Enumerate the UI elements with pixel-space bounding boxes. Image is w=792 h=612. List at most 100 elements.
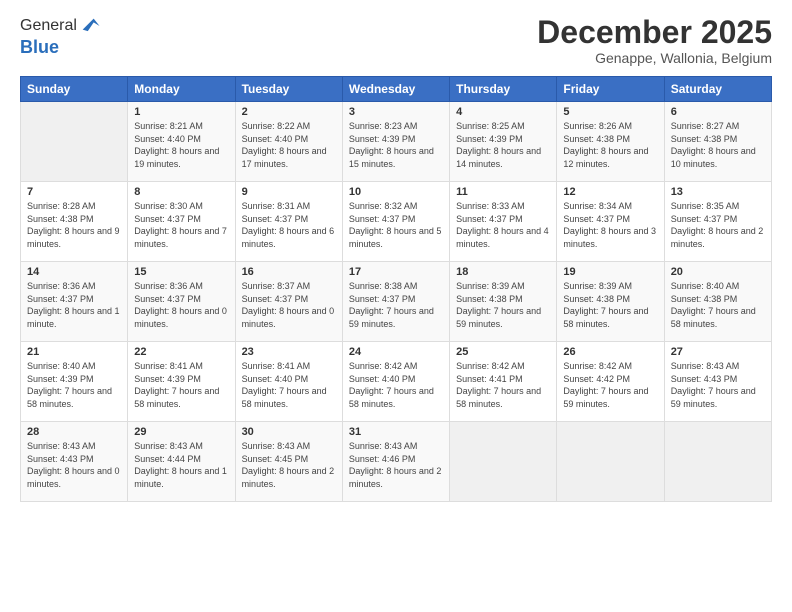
day-info: Sunrise: 8:30 AMSunset: 4:37 PMDaylight:… bbox=[134, 201, 227, 249]
day-info: Sunrise: 8:36 AMSunset: 4:37 PMDaylight:… bbox=[27, 281, 120, 329]
logo: General Blue bbox=[20, 15, 101, 58]
day-number: 26 bbox=[563, 346, 657, 358]
day-info: Sunrise: 8:28 AMSunset: 4:38 PMDaylight:… bbox=[27, 201, 120, 249]
day-number: 20 bbox=[671, 266, 765, 278]
day-number: 14 bbox=[27, 266, 121, 278]
day-number: 7 bbox=[27, 186, 121, 198]
day-number: 23 bbox=[242, 346, 336, 358]
day-info: Sunrise: 8:40 AMSunset: 4:38 PMDaylight:… bbox=[671, 281, 756, 329]
day-info: Sunrise: 8:32 AMSunset: 4:37 PMDaylight:… bbox=[349, 201, 442, 249]
day-number: 2 bbox=[242, 106, 336, 118]
day-number: 16 bbox=[242, 266, 336, 278]
calendar-cell: 30 Sunrise: 8:43 AMSunset: 4:45 PMDayligh… bbox=[235, 422, 342, 502]
day-number: 18 bbox=[456, 266, 550, 278]
day-header-monday: Monday bbox=[128, 77, 235, 102]
calendar-cell: 12Sunrise: 8:34 AMSunset: 4:37 PMDayligh… bbox=[557, 182, 664, 262]
logo-general-text: General bbox=[20, 17, 77, 35]
day-number: 8 bbox=[134, 186, 228, 198]
day-number: 15 bbox=[134, 266, 228, 278]
day-number: 19 bbox=[563, 266, 657, 278]
calendar-cell: 4 Sunrise: 8:25 AMSunset: 4:39 PMDaylight… bbox=[450, 102, 557, 182]
day-info: Sunrise: 8:37 AMSunset: 4:37 PMDaylight:… bbox=[242, 281, 335, 329]
calendar-cell: 1 Sunrise: 8:21 AMSunset: 4:40 PMDaylight… bbox=[128, 102, 235, 182]
calendar-cell: 6 Sunrise: 8:27 AMSunset: 4:38 PMDaylight… bbox=[664, 102, 771, 182]
calendar-cell: 10 Sunrise: 8:32 AMSunset: 4:37 PMDayligh… bbox=[342, 182, 449, 262]
calendar-cell: 5 Sunrise: 8:26 AMSunset: 4:38 PMDaylight… bbox=[557, 102, 664, 182]
day-info: Sunrise: 8:31 AMSunset: 4:37 PMDaylight:… bbox=[242, 201, 335, 249]
day-number: 22 bbox=[134, 346, 228, 358]
calendar-cell bbox=[450, 422, 557, 502]
day-number: 12 bbox=[563, 186, 657, 198]
calendar-cell: 11 Sunrise: 8:33 AMSunset: 4:37 PMDayligh… bbox=[450, 182, 557, 262]
calendar-cell: 18 Sunrise: 8:39 AMSunset: 4:38 PMDayligh… bbox=[450, 262, 557, 342]
day-info: Sunrise: 8:43 AMSunset: 4:43 PMDaylight:… bbox=[671, 361, 756, 409]
day-number: 31 bbox=[349, 426, 443, 438]
calendar-cell: 29 Sunrise: 8:43 AMSunset: 4:44 PMDayligh… bbox=[128, 422, 235, 502]
header-row: SundayMondayTuesdayWednesdayThursdayFrid… bbox=[21, 77, 772, 102]
day-number: 13 bbox=[671, 186, 765, 198]
day-number: 17 bbox=[349, 266, 443, 278]
day-info: Sunrise: 8:39 AMSunset: 4:38 PMDaylight:… bbox=[563, 281, 648, 329]
day-number: 30 bbox=[242, 426, 336, 438]
calendar-cell: 9 Sunrise: 8:31 AMSunset: 4:37 PMDaylight… bbox=[235, 182, 342, 262]
calendar-cell: 19 Sunrise: 8:39 AMSunset: 4:38 PMDayligh… bbox=[557, 262, 664, 342]
day-info: Sunrise: 8:26 AMSunset: 4:38 PMDaylight:… bbox=[563, 121, 648, 169]
title-block: December 2025 Genappe, Wallonia, Belgium bbox=[537, 15, 772, 66]
calendar-cell: 23Sunrise: 8:41 AMSunset: 4:40 PMDayligh… bbox=[235, 342, 342, 422]
day-info: Sunrise: 8:21 AMSunset: 4:40 PMDaylight:… bbox=[134, 121, 219, 169]
calendar-cell: 14 Sunrise: 8:36 AMSunset: 4:37 PMDayligh… bbox=[21, 262, 128, 342]
header: General Blue December 2025 Genappe, Wall… bbox=[20, 15, 772, 66]
day-number: 6 bbox=[671, 106, 765, 118]
day-info: Sunrise: 8:43 AMSunset: 4:45 PMDaylight:… bbox=[242, 441, 335, 489]
day-info: Sunrise: 8:42 AMSunset: 4:42 PMDaylight:… bbox=[563, 361, 648, 409]
calendar-cell: 20 Sunrise: 8:40 AMSunset: 4:38 PMDayligh… bbox=[664, 262, 771, 342]
calendar-cell: 26 Sunrise: 8:42 AMSunset: 4:42 PMDayligh… bbox=[557, 342, 664, 422]
calendar-cell: 24Sunrise: 8:42 AMSunset: 4:40 PMDayligh… bbox=[342, 342, 449, 422]
day-number: 29 bbox=[134, 426, 228, 438]
day-number: 9 bbox=[242, 186, 336, 198]
day-info: Sunrise: 8:43 AMSunset: 4:44 PMDaylight:… bbox=[134, 441, 227, 489]
day-number: 21 bbox=[27, 346, 121, 358]
day-info: Sunrise: 8:39 AMSunset: 4:38 PMDaylight:… bbox=[456, 281, 541, 329]
calendar-cell: 22 Sunrise: 8:41 AMSunset: 4:39 PMDayligh… bbox=[128, 342, 235, 422]
month-title: December 2025 bbox=[537, 15, 772, 50]
location: Genappe, Wallonia, Belgium bbox=[537, 50, 772, 66]
day-number: 10 bbox=[349, 186, 443, 198]
calendar-cell: 31Sunrise: 8:43 AMSunset: 4:46 PMDayligh… bbox=[342, 422, 449, 502]
calendar-cell: 8 Sunrise: 8:30 AMSunset: 4:37 PMDaylight… bbox=[128, 182, 235, 262]
day-info: Sunrise: 8:42 AMSunset: 4:40 PMDaylight:… bbox=[349, 361, 434, 409]
day-info: Sunrise: 8:33 AMSunset: 4:37 PMDaylight:… bbox=[456, 201, 549, 249]
day-number: 1 bbox=[134, 106, 228, 118]
day-info: Sunrise: 8:27 AMSunset: 4:38 PMDaylight:… bbox=[671, 121, 756, 169]
day-header-saturday: Saturday bbox=[664, 77, 771, 102]
calendar-table: SundayMondayTuesdayWednesdayThursdayFrid… bbox=[20, 76, 772, 502]
page-container: General Blue December 2025 Genappe, Wall… bbox=[0, 0, 792, 512]
calendar-cell: 15 Sunrise: 8:36 AMSunset: 4:37 PMDayligh… bbox=[128, 262, 235, 342]
day-info: Sunrise: 8:42 AMSunset: 4:41 PMDaylight:… bbox=[456, 361, 541, 409]
calendar-cell bbox=[557, 422, 664, 502]
day-info: Sunrise: 8:40 AMSunset: 4:39 PMDaylight:… bbox=[27, 361, 112, 409]
calendar-cell: 13Sunrise: 8:35 AMSunset: 4:37 PMDayligh… bbox=[664, 182, 771, 262]
day-info: Sunrise: 8:22 AMSunset: 4:40 PMDaylight:… bbox=[242, 121, 327, 169]
calendar-cell: 27 Sunrise: 8:43 AMSunset: 4:43 PMDayligh… bbox=[664, 342, 771, 422]
day-number: 4 bbox=[456, 106, 550, 118]
day-number: 5 bbox=[563, 106, 657, 118]
day-header-thursday: Thursday bbox=[450, 77, 557, 102]
calendar-cell: 3 Sunrise: 8:23 AMSunset: 4:39 PMDaylight… bbox=[342, 102, 449, 182]
calendar-cell: 21 Sunrise: 8:40 AMSunset: 4:39 PMDayligh… bbox=[21, 342, 128, 422]
day-info: Sunrise: 8:41 AMSunset: 4:39 PMDaylight:… bbox=[134, 361, 219, 409]
day-number: 28 bbox=[27, 426, 121, 438]
day-number: 3 bbox=[349, 106, 443, 118]
day-info: Sunrise: 8:23 AMSunset: 4:39 PMDaylight:… bbox=[349, 121, 434, 169]
calendar-cell bbox=[21, 102, 128, 182]
calendar-cell: 25Sunrise: 8:42 AMSunset: 4:41 PMDayligh… bbox=[450, 342, 557, 422]
day-number: 27 bbox=[671, 346, 765, 358]
day-number: 11 bbox=[456, 186, 550, 198]
week-row-4: 21 Sunrise: 8:40 AMSunset: 4:39 PMDayligh… bbox=[21, 342, 772, 422]
week-row-2: 7 Sunrise: 8:28 AMSunset: 4:38 PMDaylight… bbox=[21, 182, 772, 262]
day-info: Sunrise: 8:25 AMSunset: 4:39 PMDaylight:… bbox=[456, 121, 541, 169]
day-info: Sunrise: 8:43 AMSunset: 4:43 PMDaylight:… bbox=[27, 441, 120, 489]
calendar-cell: 16 Sunrise: 8:37 AMSunset: 4:37 PMDayligh… bbox=[235, 262, 342, 342]
logo-icon bbox=[79, 15, 101, 37]
day-info: Sunrise: 8:36 AMSunset: 4:37 PMDaylight:… bbox=[134, 281, 227, 329]
